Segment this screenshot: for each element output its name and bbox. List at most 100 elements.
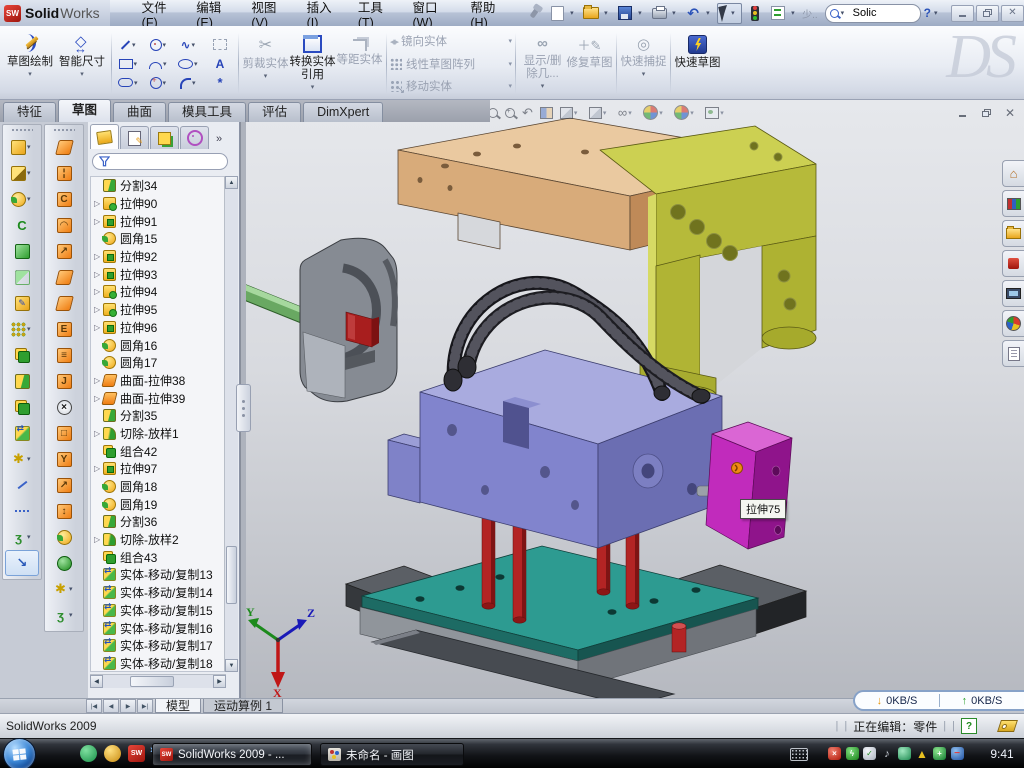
graphics-area[interactable]: Y Z X ↶▾▾∞▾▾▾▾ ✕ ⌂ 拉伸75 bbox=[245, 100, 1024, 698]
surface-spline-surface-button[interactable]: ʒ▾ bbox=[47, 602, 81, 628]
tree-item[interactable]: ▷切除-放样1 bbox=[91, 425, 225, 443]
select-button[interactable]: ▾ bbox=[717, 3, 742, 24]
apply-scene-button[interactable]: ▾ bbox=[643, 105, 667, 120]
display-delete-relations-button[interactable]: ∞ 显示/删除几... ▾ bbox=[519, 29, 566, 98]
extruded-cut-button[interactable]: ▾ bbox=[5, 160, 39, 186]
new-document-button[interactable] bbox=[547, 4, 567, 22]
polygon-button[interactable]: ▾ bbox=[145, 73, 175, 92]
offset-entities-button[interactable]: 等距实体 bbox=[336, 29, 383, 98]
tree-item[interactable]: 分割36 bbox=[91, 513, 225, 531]
surface-boundary-surface-button[interactable]: ↗ bbox=[47, 238, 81, 264]
tree-item[interactable]: ▷拉伸95 bbox=[91, 301, 225, 319]
panel-splitter[interactable] bbox=[240, 122, 246, 698]
sketch-button[interactable]: 草图绘制 ▾ bbox=[4, 29, 56, 98]
wrap-button[interactable]: ✎ bbox=[5, 290, 39, 316]
start-button[interactable] bbox=[3, 738, 36, 768]
draft-button[interactable] bbox=[5, 264, 39, 290]
surface-extended-surface-button[interactable]: E bbox=[47, 316, 81, 342]
surface-planar-surface-button[interactable] bbox=[47, 290, 81, 316]
tab-模具工具[interactable]: 模具工具 bbox=[168, 102, 246, 122]
tree-filter-box[interactable] bbox=[92, 153, 228, 170]
open-button[interactable] bbox=[581, 4, 601, 22]
box-select-button[interactable] bbox=[205, 35, 235, 54]
rectangle-button[interactable]: ▾ bbox=[115, 54, 145, 73]
open-caret[interactable]: ▾ bbox=[604, 9, 612, 17]
tray-shield-red-icon[interactable]: × bbox=[828, 747, 841, 760]
view-palette-tab[interactable] bbox=[1002, 280, 1024, 307]
linear-pattern-button[interactable]: ▾ bbox=[5, 316, 39, 342]
tree-item[interactable]: ▷曲面-拉伸39 bbox=[91, 389, 225, 407]
tab-曲面[interactable]: 曲面 bbox=[113, 102, 166, 122]
help-button[interactable]: ? bbox=[924, 6, 931, 20]
part-yoke-bracket[interactable] bbox=[600, 126, 816, 405]
tree-item[interactable]: 圆角18 bbox=[91, 478, 225, 496]
rapid-sketch-button[interactable]: 快速草图 bbox=[674, 29, 721, 98]
tray-health-green-icon[interactable]: + bbox=[933, 747, 946, 760]
undo-caret[interactable]: ▾ bbox=[706, 9, 714, 17]
tree-item[interactable]: ▷拉伸92 bbox=[91, 248, 225, 266]
repair-sketch-button[interactable]: ＋✎ 修复草图 bbox=[566, 29, 613, 98]
tree-item[interactable]: 实体-移动/复制14 bbox=[91, 584, 225, 602]
quicklaunch-solidworks-icon[interactable]: SW bbox=[128, 745, 145, 762]
spline-button[interactable]: ∿▾ bbox=[175, 35, 205, 54]
trim-entities-button[interactable]: ✂ 剪裁实体 ▾ bbox=[242, 29, 289, 98]
3d-model-scene[interactable]: Y Z X bbox=[245, 100, 1024, 698]
zoom-to-area-button[interactable] bbox=[505, 108, 515, 118]
move-copy-bodies-button[interactable] bbox=[5, 420, 39, 446]
surface-c-surface-button[interactable]: C bbox=[47, 186, 81, 212]
last-tab-button[interactable]: ▶| bbox=[137, 699, 153, 713]
tab-草图[interactable]: 草图 bbox=[58, 99, 111, 122]
view-orientation-button[interactable]: ▾ bbox=[560, 107, 582, 119]
keyboard-layout-icon[interactable] bbox=[790, 748, 808, 761]
first-tab-button[interactable]: |◀ bbox=[86, 699, 102, 713]
part-base-plate[interactable] bbox=[346, 546, 806, 698]
surface-move-face-button[interactable]: ↗ bbox=[47, 472, 81, 498]
tree-item[interactable]: 实体-移动/复制16 bbox=[91, 619, 225, 637]
tree-item[interactable]: 实体-移动/复制17 bbox=[91, 637, 225, 655]
tree-horizontal-scrollbar[interactable]: ◀ ▶ bbox=[90, 674, 226, 688]
sketch-fillet-button[interactable]: ▾ bbox=[175, 73, 205, 92]
search-box[interactable]: ▾ bbox=[825, 4, 921, 23]
tree-item[interactable]: 组合43 bbox=[91, 548, 225, 566]
split-button[interactable] bbox=[5, 368, 39, 394]
surface-revolved-surface-button[interactable]: ¦ bbox=[47, 160, 81, 186]
toolbar-grip[interactable] bbox=[53, 128, 75, 132]
swept-boss-button[interactable]: C bbox=[5, 212, 39, 238]
tray-network-green-icon[interactable] bbox=[898, 747, 911, 760]
line-button[interactable]: ▾ bbox=[115, 35, 145, 54]
tree-item[interactable]: ▷拉伸93 bbox=[91, 265, 225, 283]
surface-filled-surface-button[interactable] bbox=[47, 264, 81, 290]
slot-button[interactable]: ▾ bbox=[115, 73, 145, 92]
shell-button[interactable] bbox=[5, 238, 39, 264]
boss-pair-button[interactable] bbox=[5, 342, 39, 368]
tag-icon[interactable] bbox=[997, 720, 1018, 732]
surface-swept-surface-button[interactable] bbox=[47, 134, 81, 160]
hide-show-items-button[interactable]: ∞▾ bbox=[618, 106, 636, 119]
splitter-grip[interactable] bbox=[236, 384, 251, 432]
doc-restore-button[interactable] bbox=[978, 106, 994, 120]
surface-dome-button[interactable] bbox=[47, 550, 81, 576]
tree-item[interactable]: ▷拉伸97 bbox=[91, 460, 225, 478]
minimize-button[interactable] bbox=[951, 5, 974, 22]
text-button[interactable]: A bbox=[205, 54, 235, 73]
tree-item[interactable]: 分割34 bbox=[91, 177, 225, 195]
surface-thicken-button[interactable]: □ bbox=[47, 420, 81, 446]
tree-item[interactable]: ▷拉伸94 bbox=[91, 283, 225, 301]
tree-item[interactable]: 圆角19 bbox=[91, 495, 225, 513]
search-input[interactable] bbox=[851, 6, 907, 20]
surface-lofted-surface-button[interactable]: ◠ bbox=[47, 212, 81, 238]
section-view-button[interactable] bbox=[540, 107, 553, 119]
spline-curve-button[interactable]: ʒ▾ bbox=[5, 524, 39, 550]
surface-knit-surface-button[interactable]: Y bbox=[47, 446, 81, 472]
restore-button[interactable] bbox=[976, 5, 999, 22]
next-tab-button[interactable]: ▶ bbox=[120, 699, 136, 713]
scroll-left-button[interactable]: ◀ bbox=[90, 675, 103, 688]
propertymanager-tab[interactable] bbox=[120, 126, 149, 149]
surface-freeform-button[interactable]: ✱▾ bbox=[47, 576, 81, 602]
file-explorer-tab[interactable] bbox=[1002, 220, 1024, 247]
surface-delete-face-button[interactable]: × bbox=[47, 394, 81, 420]
arc-button[interactable]: ▾ bbox=[145, 54, 175, 73]
tray-shield-green-icon[interactable]: ϟ bbox=[846, 747, 859, 760]
tree-item[interactable]: ▷切除-放样2 bbox=[91, 531, 225, 549]
vscroll-thumb[interactable] bbox=[226, 546, 237, 604]
